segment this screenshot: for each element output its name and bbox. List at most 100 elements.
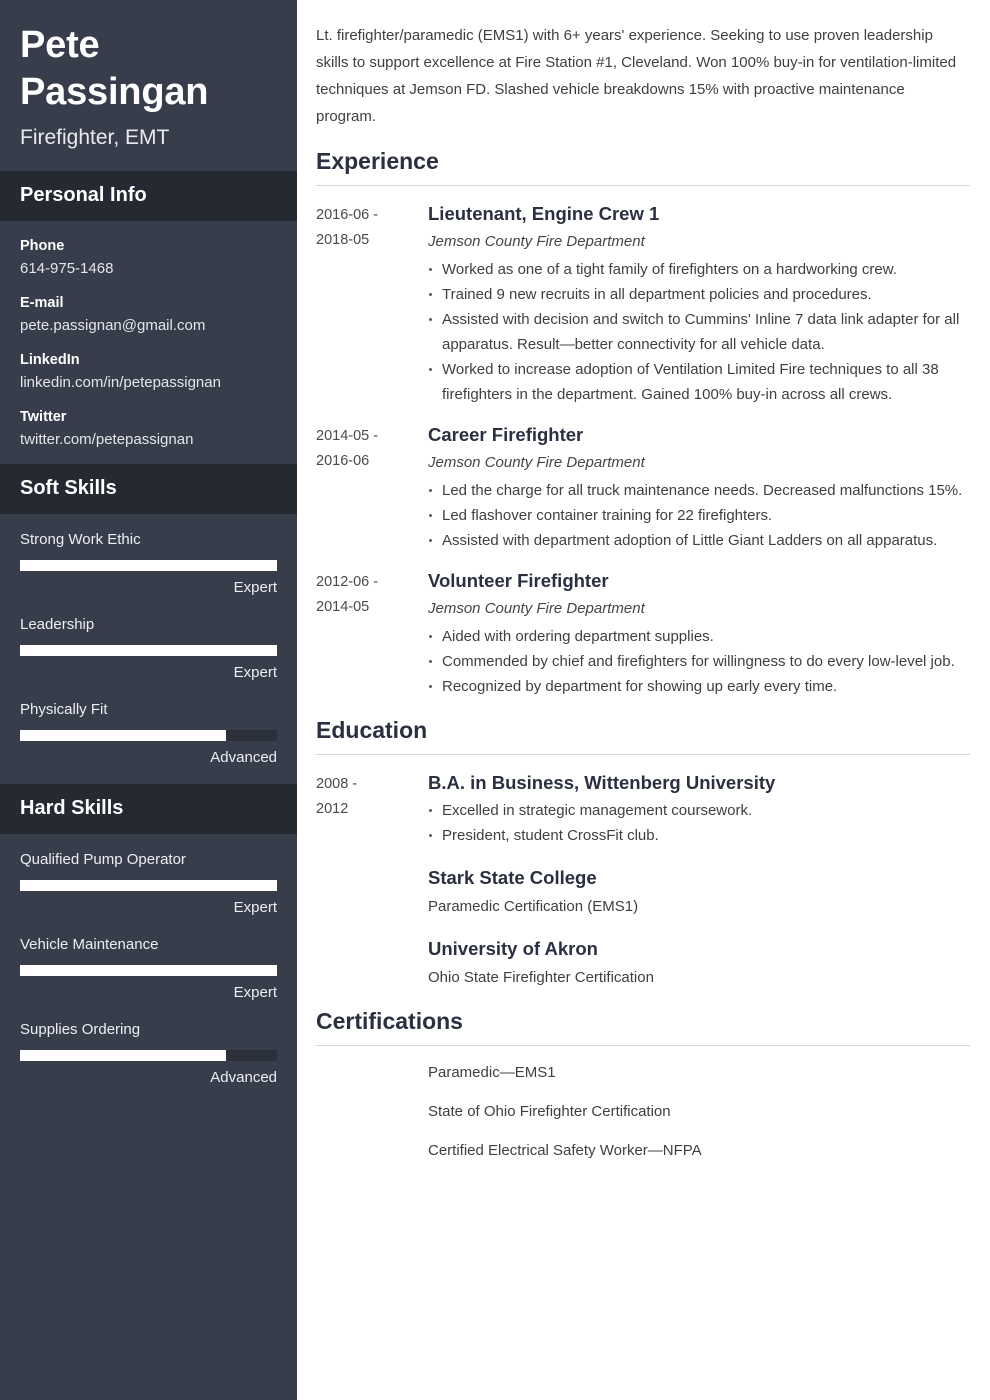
experience-entry: 2016-06 - 2018-05 Lieutenant, Engine Crew …: [316, 201, 970, 407]
entry-date-range: 2014-05 - 2016-06: [316, 422, 428, 553]
hard-skills-list: Qualified Pump Operator Expert Vehicle Mai…: [0, 834, 297, 1104]
skill-level-label: Expert: [233, 579, 277, 596]
personal-info-value[interactable]: linkedin.com/in/petepassignan: [20, 373, 277, 393]
entry-bullet: Commended by chief and firefighters for …: [428, 649, 968, 674]
section-education: Education 2008 - 2012 B.A. in Business, Wi…: [316, 715, 970, 990]
entry-bullet-list: Led the charge for all truck maintenance…: [428, 478, 968, 553]
entry-bullet: Worked as one of a tight family of firef…: [428, 257, 968, 282]
entry-date-start: 2012-06 -: [316, 574, 379, 590]
skill-name: Qualified Pump Operator: [20, 851, 186, 868]
section-header-personal-info: Personal Info: [0, 171, 297, 221]
certification-date-spacer: [316, 1060, 428, 1085]
personal-info-value[interactable]: pete.passignan@gmail.com: [20, 316, 277, 336]
skill-name: Leadership: [20, 616, 95, 633]
entry-job-title: Lieutenant, Engine Crew 1: [428, 203, 660, 224]
entry-date-range: 2012-06 - 2014-05: [316, 568, 428, 699]
certification-name: State of Ohio Firefighter Certification: [428, 1103, 671, 1120]
sidebar: Pete Passingan Firefighter, EMT Personal…: [0, 0, 297, 1400]
entry-school-note: Ohio State Firefighter Certification: [428, 969, 654, 986]
section-experience: Experience 2016-06 - 2018-05 Lieutenant, E…: [316, 146, 970, 699]
skill-item: Vehicle Maintenance Expert: [20, 935, 277, 1003]
certification-entry: Paramedic—EMS1: [316, 1060, 970, 1085]
candidate-name: Pete Passingan: [20, 24, 209, 113]
soft-skills-list: Strong Work Ethic Expert Leadership Expert P…: [0, 514, 297, 784]
resume-page: Pete Passingan Firefighter, EMT Personal…: [0, 0, 990, 1400]
skill-item: Supplies Ordering Advanced: [20, 1020, 277, 1088]
entry-bullet-list: Excelled in strategic management coursew…: [428, 798, 968, 848]
entry-bullet: Aided with ordering department supplies.: [428, 624, 968, 649]
experience-entry: 2012-06 - 2014-05 Volunteer Firefighter Jem…: [316, 568, 970, 699]
personal-info-item: LinkedIn linkedin.com/in/petepassignan: [20, 351, 277, 393]
candidate-job-title: Firefighter, EMT: [20, 126, 170, 149]
entry-job-title: Volunteer Firefighter: [428, 570, 609, 591]
section-header-hard-skills: Hard Skills: [0, 784, 297, 834]
skill-level-label: Advanced: [210, 749, 277, 766]
entry-body: Volunteer Firefighter Jemson County Fire …: [428, 568, 970, 699]
experience-entry: 2014-05 - 2016-06 Career Firefighter Jemson…: [316, 422, 970, 553]
section-title-certifications: Certifications: [316, 1006, 970, 1046]
entry-date-end: 2016-06: [316, 453, 370, 469]
skill-bar-fill: [20, 730, 226, 741]
skill-bar-fill: [20, 560, 277, 571]
certification-date-spacer: [316, 1099, 428, 1124]
section-title-experience: Experience: [316, 146, 970, 186]
personal-info-label: Phone: [20, 238, 65, 254]
certification-entries: Paramedic—EMS1 State of Ohio Firefighter …: [316, 1060, 970, 1163]
certification-name: Paramedic—EMS1: [428, 1064, 556, 1081]
entry-bullet: President, student CrossFit club.: [428, 823, 968, 848]
personal-info-value[interactable]: twitter.com/petepassignan: [20, 430, 277, 450]
skill-bar-track: [20, 560, 277, 571]
skill-name: Vehicle Maintenance: [20, 936, 159, 953]
entry-degree-title: B.A. in Business, Wittenberg University: [428, 772, 776, 793]
skill-bar-track: [20, 965, 277, 976]
skill-bar-fill: [20, 880, 277, 891]
skill-level-label: Expert: [233, 984, 277, 1001]
entry-date-start: 2014-05 -: [316, 428, 379, 444]
personal-info-label: LinkedIn: [20, 352, 80, 368]
personal-info-item: Phone 614-975-1468: [20, 237, 277, 279]
skill-name: Supplies Ordering: [20, 1021, 141, 1038]
entry-body: Career Firefighter Jemson County Fire Dep…: [428, 422, 970, 553]
experience-entries: 2016-06 - 2018-05 Lieutenant, Engine Crew …: [316, 201, 970, 699]
entry-job-title: Career Firefighter: [428, 424, 584, 445]
entry-body: Lieutenant, Engine Crew 1 Jemson County F…: [428, 201, 970, 407]
skill-bar-track: [20, 645, 277, 656]
education-sub-entry: Stark State College Paramedic Certificati…: [428, 865, 968, 919]
personal-info-item: Twitter twitter.com/petepassignan: [20, 408, 277, 450]
entry-bullet-list: Aided with ordering department supplies.…: [428, 624, 968, 699]
entry-body: B.A. in Business, Wittenberg University E…: [428, 770, 970, 990]
entry-bullet: Worked to increase adoption of Ventilati…: [428, 357, 968, 407]
skill-item: Physically Fit Advanced: [20, 700, 277, 768]
education-entries: 2008 - 2012 B.A. in Business, Wittenberg U…: [316, 770, 970, 990]
personal-info-value[interactable]: 614-975-1468: [20, 259, 277, 279]
certification-entry: State of Ohio Firefighter Certification: [316, 1099, 970, 1124]
entry-date-end: 2012: [316, 801, 349, 817]
education-entry: 2008 - 2012 B.A. in Business, Wittenberg U…: [316, 770, 970, 990]
entry-organization: Jemson County Fire Department: [428, 454, 645, 471]
personal-info-list: Phone 614-975-1468 E-mail pete.passignan@gm…: [0, 221, 297, 464]
certification-entry: Certified Electrical Safety Worker—NFPA: [316, 1138, 970, 1163]
personal-info-label: E-mail: [20, 295, 64, 311]
education-sub-entry: University of Akron Ohio State Firefighte…: [428, 936, 968, 990]
entry-bullet: Trained 9 new recruits in all department…: [428, 282, 968, 307]
skill-bar-track: [20, 1050, 277, 1061]
skill-level-label: Expert: [233, 899, 277, 916]
skill-item: Leadership Expert: [20, 615, 277, 683]
skill-level-label: Expert: [233, 664, 277, 681]
entry-school-title: Stark State College: [428, 867, 597, 888]
certification-name: Certified Electrical Safety Worker—NFPA: [428, 1142, 702, 1159]
identity-block: Pete Passingan Firefighter, EMT: [0, 0, 297, 171]
entry-bullet: Led flashover container training for 22 …: [428, 503, 968, 528]
entry-date-start: 2008 -: [316, 776, 358, 792]
skill-name: Strong Work Ethic: [20, 531, 141, 548]
entry-bullet: Assisted with department adoption of Lit…: [428, 528, 968, 553]
entry-date-range: 2008 - 2012: [316, 770, 428, 990]
skill-bar-fill: [20, 645, 277, 656]
entry-organization: Jemson County Fire Department: [428, 600, 645, 617]
entry-organization: Jemson County Fire Department: [428, 233, 645, 250]
skill-level-label: Advanced: [210, 1069, 277, 1086]
entry-bullet: Excelled in strategic management coursew…: [428, 798, 968, 823]
entry-date-end: 2018-05: [316, 232, 370, 248]
entry-bullet: Assisted with decision and switch to Cum…: [428, 307, 968, 357]
skill-item: Strong Work Ethic Expert: [20, 530, 277, 598]
